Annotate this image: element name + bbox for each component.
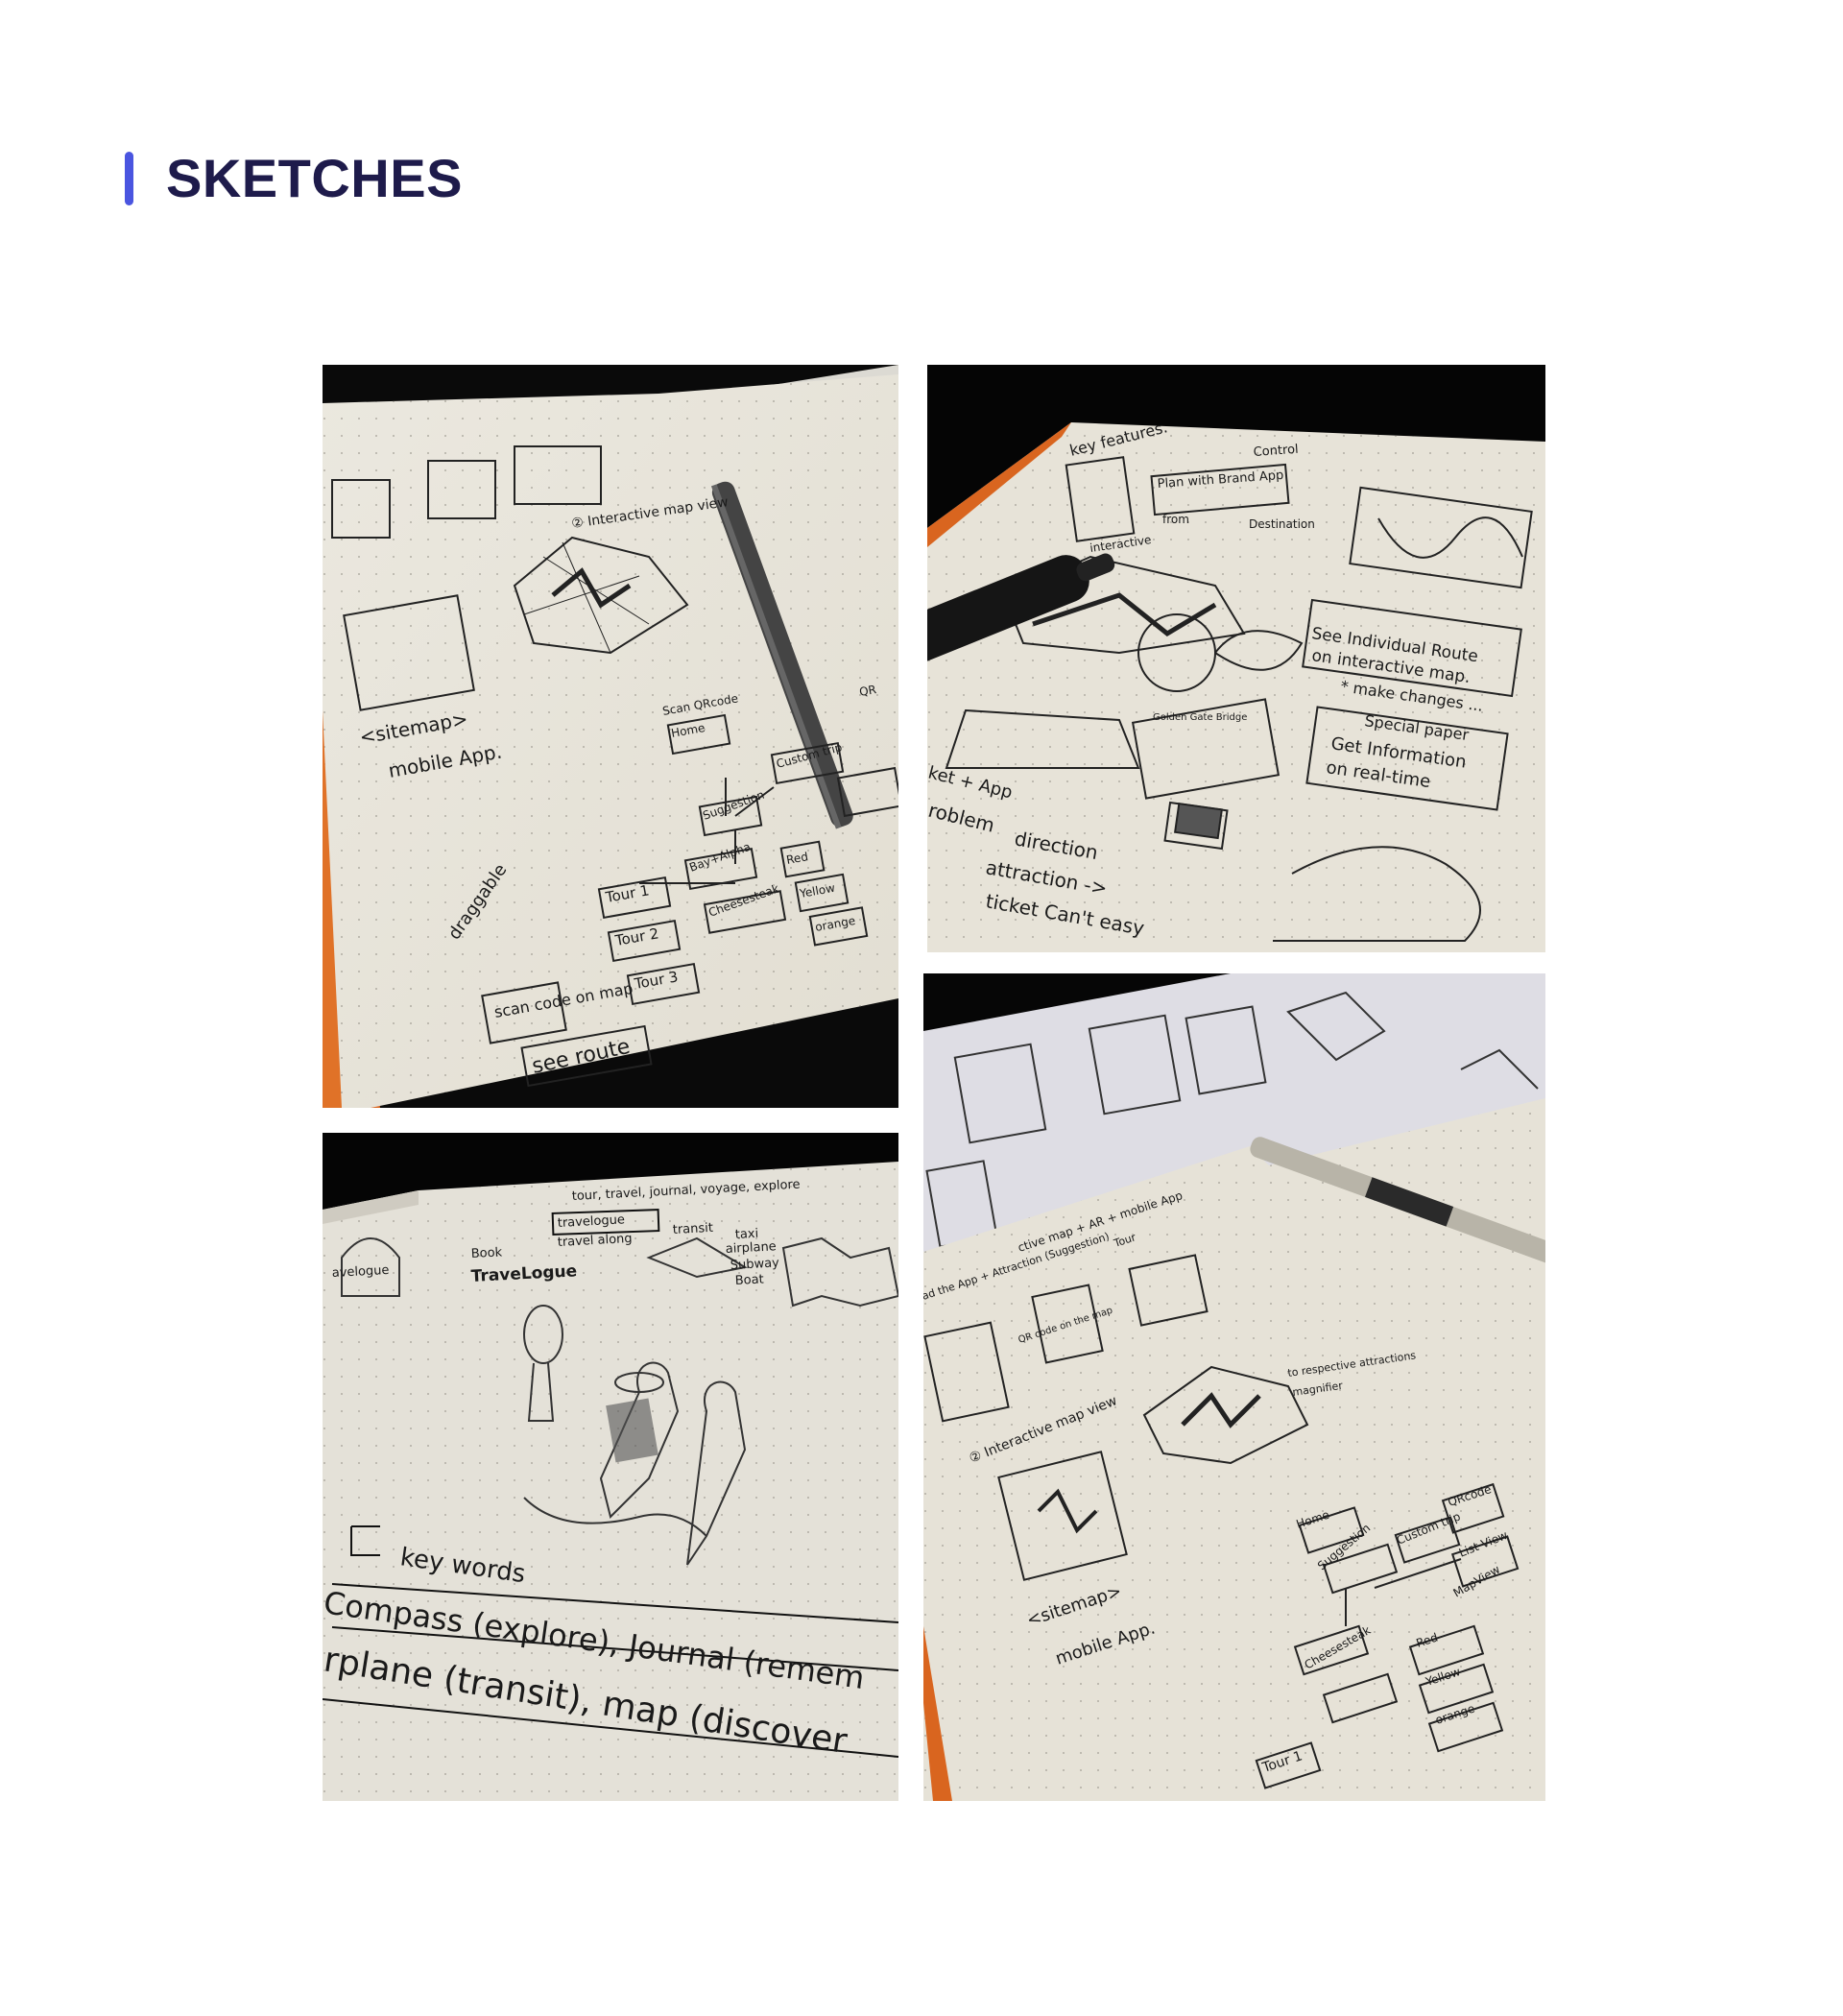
sketch-label-transit: transit <box>672 1221 713 1237</box>
key-features-sketch-illustration: key features. Plan with Brand App Contro… <box>927 365 1545 952</box>
sketch-label-book: Book <box>470 1245 503 1261</box>
sketch-label-subway: Subway <box>730 1256 779 1273</box>
section-accent-bar <box>125 152 133 205</box>
sketch-label-golden: Golden Gate Bridge <box>1153 712 1247 723</box>
overview-notebook-photo: ctive map + AR + mobile App ad the App +… <box>923 973 1545 1801</box>
keywords-notebook-photo: tour, travel, journal, voyage, explore t… <box>323 1133 898 1801</box>
section-header: SKETCHES <box>125 152 463 205</box>
section-title: SKETCHES <box>166 148 463 208</box>
keywords-sketch-illustration: tour, travel, journal, voyage, explore t… <box>323 1133 898 1801</box>
overview-sketch-illustration: ctive map + AR + mobile App ad the App +… <box>923 973 1545 1801</box>
key-features-notebook-photo: key features. Plan with Brand App Contro… <box>927 365 1545 952</box>
sketch-label-airplane: airplane <box>725 1239 777 1257</box>
sketch-label-boat: Boat <box>734 1272 764 1288</box>
sketch-label-from: from <box>1162 513 1189 526</box>
sketch-label-destination: Destination <box>1249 517 1315 531</box>
sketch-label-avelogue: avelogue <box>331 1263 389 1281</box>
sitemap-sketch-illustration: ② Interactive map view <sitemap> mobile … <box>323 365 898 1108</box>
sitemap-notebook-photo: ② Interactive map view <sitemap> mobile … <box>323 365 898 1108</box>
